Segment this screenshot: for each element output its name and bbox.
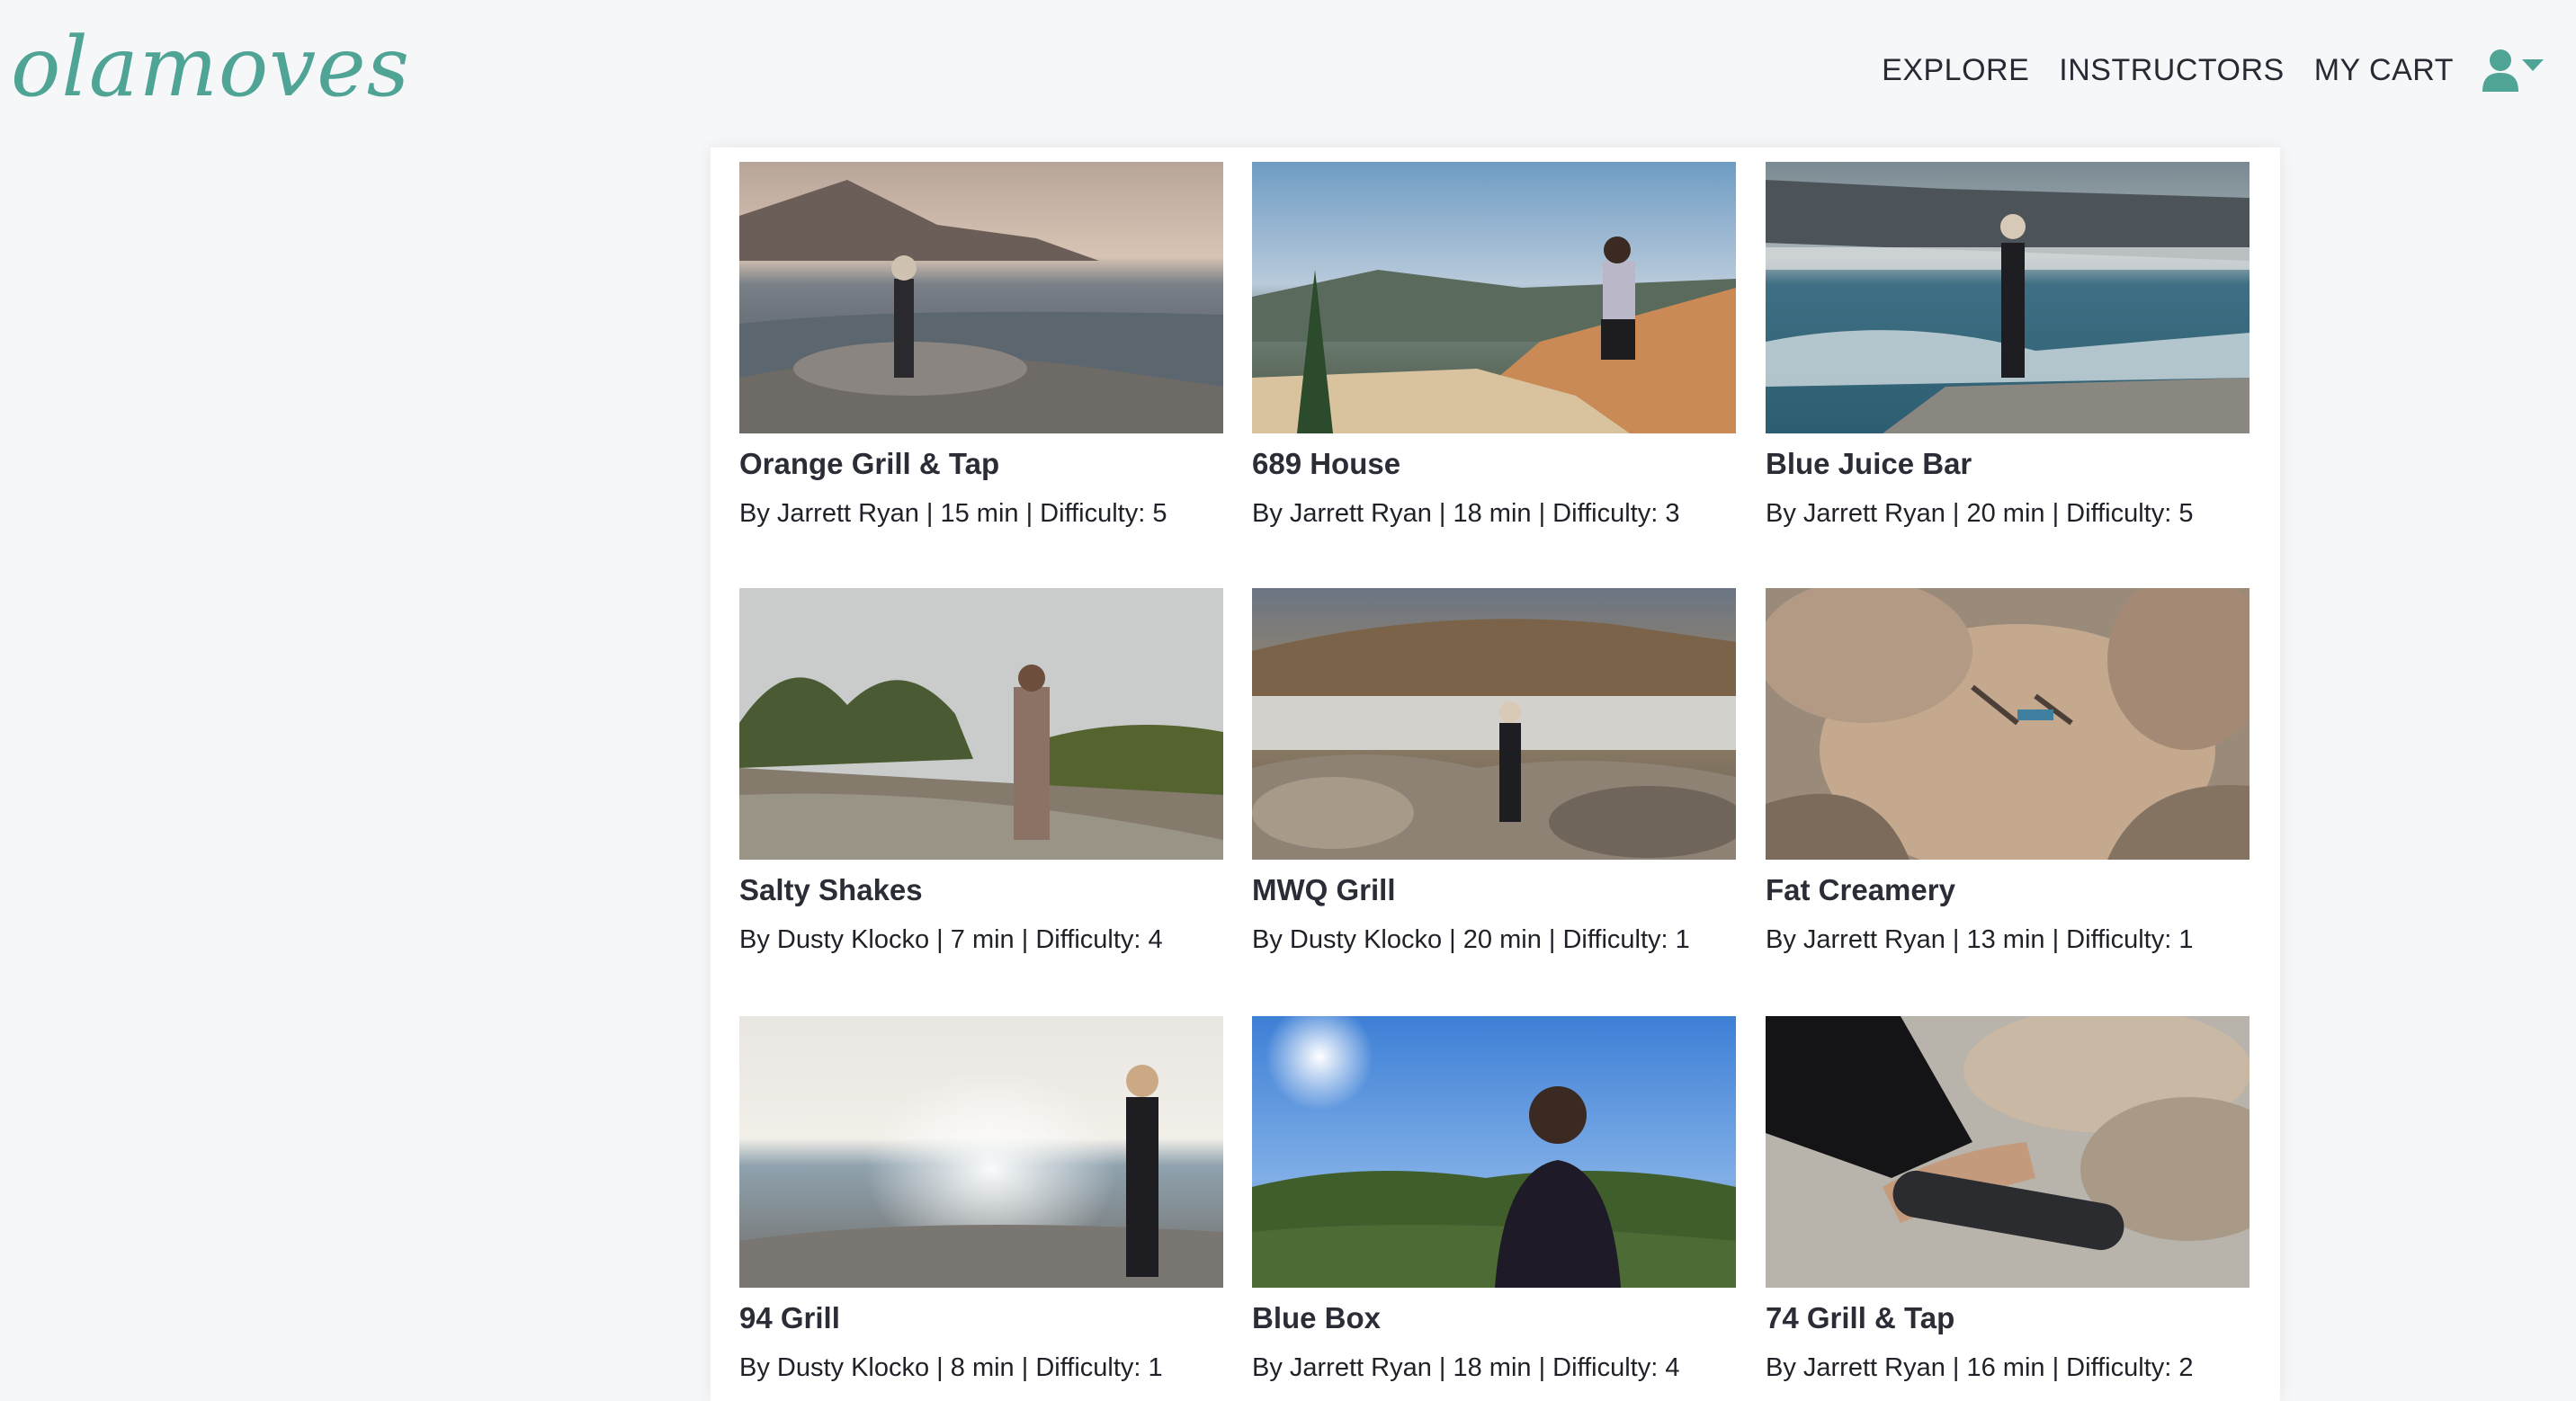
class-meta: By Jarrett Ryan | 18 min | Difficulty: 3 [1252, 499, 1680, 528]
class-meta: By Dusty Klocko | 8 min | Difficulty: 1 [739, 1353, 1163, 1382]
class-thumbnail[interactable] [1252, 162, 1736, 433]
nav-instructors[interactable]: INSTRUCTORS [2059, 53, 2284, 88]
class-title[interactable]: Blue Box [1252, 1300, 1736, 1336]
logo[interactable]: olamoves [11, 0, 410, 135]
class-thumbnail[interactable] [1766, 162, 2250, 433]
class-meta: By Jarrett Ryan | 16 min | Difficulty: 2 [1766, 1353, 2194, 1382]
caret-down-icon [2522, 59, 2544, 71]
nav-my-cart[interactable]: MY CART [2314, 53, 2454, 88]
class-card[interactable]: Fat Creamery By Jarrett Ryan | 13 min | … [1766, 588, 2250, 957]
class-title[interactable]: MWQ Grill [1252, 872, 1736, 908]
class-thumbnail[interactable] [1252, 1016, 1736, 1288]
class-title[interactable]: 74 Grill & Tap [1766, 1300, 2250, 1336]
class-meta: By Jarrett Ryan | 18 min | Difficulty: 4 [1252, 1353, 1680, 1382]
class-card[interactable]: 74 Grill & Tap By Jarrett Ryan | 16 min … [1766, 1016, 2250, 1385]
user-menu[interactable] [2481, 49, 2544, 92]
class-meta: By Dusty Klocko | 7 min | Difficulty: 4 [739, 925, 1163, 954]
class-title[interactable]: Orange Grill & Tap [739, 446, 1223, 482]
class-card[interactable]: 94 Grill By Dusty Klocko | 8 min | Diffi… [739, 1016, 1223, 1385]
class-card[interactable]: 689 House By Jarrett Ryan | 18 min | Dif… [1252, 162, 1736, 531]
class-thumbnail[interactable] [739, 162, 1223, 433]
class-grid: Orange Grill & Tap By Jarrett Ryan | 15 … [711, 147, 2280, 1401]
class-title[interactable]: Salty Shakes [739, 872, 1223, 908]
class-thumbnail[interactable] [1766, 1016, 2250, 1288]
class-meta: By Jarrett Ryan | 15 min | Difficulty: 5 [739, 499, 1167, 528]
class-card[interactable]: Blue Box By Jarrett Ryan | 18 min | Diff… [1252, 1016, 1736, 1385]
user-icon [2482, 49, 2518, 92]
class-title[interactable]: Fat Creamery [1766, 872, 2250, 908]
class-title[interactable]: 94 Grill [739, 1300, 1223, 1336]
class-card[interactable]: Orange Grill & Tap By Jarrett Ryan | 15 … [739, 162, 1223, 531]
top-nav: EXPLORE INSTRUCTORS MY CART [1852, 34, 2544, 106]
class-title[interactable]: 689 House [1252, 446, 1736, 482]
class-card[interactable]: Salty Shakes By Dusty Klocko | 7 min | D… [739, 588, 1223, 957]
class-card[interactable]: Blue Juice Bar By Jarrett Ryan | 20 min … [1766, 162, 2250, 531]
nav-explore[interactable]: EXPLORE [1882, 53, 2029, 88]
class-title[interactable]: Blue Juice Bar [1766, 446, 2250, 482]
class-meta: By Dusty Klocko | 20 min | Difficulty: 1 [1252, 925, 1690, 954]
class-thumbnail[interactable] [739, 588, 1223, 860]
class-thumbnail[interactable] [1252, 588, 1736, 860]
class-meta: By Jarrett Ryan | 20 min | Difficulty: 5 [1766, 499, 2194, 528]
class-card[interactable]: MWQ Grill By Dusty Klocko | 20 min | Dif… [1252, 588, 1736, 957]
class-thumbnail[interactable] [1766, 588, 2250, 860]
class-meta: By Jarrett Ryan | 13 min | Difficulty: 1 [1766, 925, 2194, 954]
class-thumbnail[interactable] [739, 1016, 1223, 1288]
